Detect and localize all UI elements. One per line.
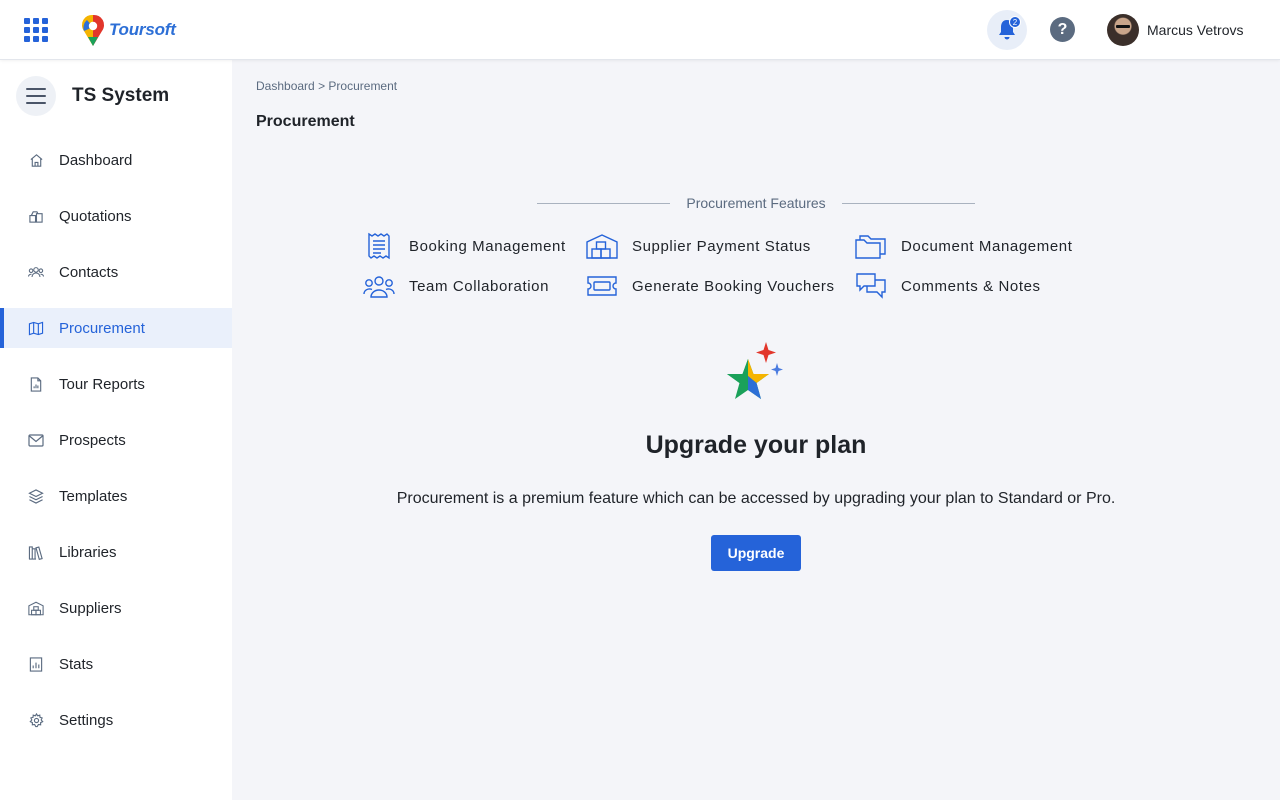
feature-generate-booking-vouchers: Generate Booking Vouchers [586, 271, 835, 301]
sidebar-item-dashboard[interactable]: Dashboard [0, 140, 232, 180]
notification-count-badge: 2 [1009, 16, 1021, 28]
sidebar-item-label: Suppliers [59, 599, 122, 617]
sidebar-item-procurement[interactable]: Procurement [0, 308, 232, 348]
sidebar-item-label: Stats [59, 655, 94, 673]
breadcrumb-separator: > [318, 79, 326, 93]
breadcrumb-dashboard-link[interactable]: Dashboard [256, 79, 315, 93]
user-menu[interactable]: Marcus Vetrovs [1107, 14, 1243, 46]
sidebar-item-settings[interactable]: Settings [0, 700, 232, 740]
sidebar-item-label: Quotations [59, 207, 132, 225]
map-icon [28, 320, 44, 336]
sidebar-item-contacts[interactable]: Contacts [0, 252, 232, 292]
logo-text: Toursoft [109, 20, 176, 39]
feature-comments-notes: Comments & Notes [855, 271, 1041, 301]
breadcrumb: Dashboard > Procurement [256, 79, 397, 93]
sidebar-item-label: Tour Reports [59, 375, 145, 393]
top-bar: Toursoft 2 ? Marcus Vetrovs [0, 0, 1280, 60]
divider [537, 202, 671, 204]
feature-supplier-payment-status: Supplier Payment Status [586, 231, 811, 261]
notifications-button[interactable]: 2 [987, 10, 1027, 50]
sidebar-item-label: Templates [59, 487, 128, 505]
sidebar-item-label: Dashboard [59, 151, 133, 169]
main-content: Dashboard > Procurement Procurement Proc… [232, 60, 1280, 800]
help-icon[interactable]: ? [1050, 17, 1075, 42]
sidebar-item-suppliers[interactable]: Suppliers [0, 588, 232, 628]
upgrade-title: Upgrade your plan [645, 431, 867, 459]
chat-icon [855, 271, 887, 301]
sidebar-item-label: Settings [59, 711, 114, 729]
layers-icon [28, 488, 44, 504]
sidebar-item-libraries[interactable]: Libraries [0, 532, 232, 572]
system-title: TS System [72, 85, 170, 106]
avatar [1107, 14, 1139, 46]
sidebar-item-prospects[interactable]: Prospects [0, 420, 232, 460]
feature-label: Booking Management [409, 237, 566, 255]
hamburger-menu-icon[interactable] [16, 76, 56, 116]
mail-icon [28, 432, 44, 448]
sidebar-item-tour-reports[interactable]: Tour Reports [0, 364, 232, 404]
sparkle-stars-icon [727, 342, 783, 399]
warehouse-icon [28, 600, 44, 616]
sidebar-item-label: Prospects [59, 431, 126, 449]
gear-icon [28, 712, 44, 728]
user-name: Marcus Vetrovs [1147, 22, 1244, 38]
contacts-icon [28, 264, 44, 280]
report-icon [28, 376, 44, 392]
feature-label: Supplier Payment Status [632, 237, 811, 255]
sidebar-item-stats[interactable]: Stats [0, 644, 232, 684]
feature-booking-management: Booking Management [363, 231, 566, 261]
features-heading-text: Procurement Features [686, 195, 826, 211]
page-title: Procurement [256, 113, 355, 130]
ticket-icon [586, 271, 618, 301]
apps-grid-icon[interactable] [24, 18, 48, 42]
feature-document-management: Document Management [855, 231, 1073, 261]
feature-label: Generate Booking Vouchers [632, 277, 835, 295]
features-heading: Procurement Features [537, 193, 976, 213]
breadcrumb-current: Procurement [328, 79, 398, 93]
upgrade-description: Procurement is a premium feature which c… [396, 490, 1116, 507]
team-icon [363, 271, 395, 301]
feature-team-collaboration: Team Collaboration [363, 271, 549, 301]
home-icon [28, 152, 44, 168]
feature-label: Team Collaboration [409, 277, 550, 295]
folders-icon [855, 231, 887, 261]
sidebar-item-label: Libraries [59, 543, 117, 561]
feature-label: Document Management [901, 237, 1073, 255]
stats-icon [28, 656, 44, 672]
divider [841, 202, 976, 204]
books-icon [28, 544, 44, 560]
logo-pin-icon [81, 14, 105, 47]
upgrade-button[interactable]: Upgrade [711, 535, 801, 571]
warehouse-icon [586, 231, 618, 261]
sidebar-nav: Dashboard Quotations Contacts Procuremen… [0, 140, 232, 756]
receipt-icon [363, 231, 395, 261]
quotations-icon [28, 208, 44, 224]
sidebar-item-label: Procurement [59, 319, 145, 337]
sidebar-item-label: Contacts [59, 263, 119, 281]
toursoft-logo[interactable]: Toursoft [80, 13, 176, 47]
sidebar-item-templates[interactable]: Templates [0, 476, 232, 516]
sidebar: TS System Dashboard Quotations Contacts … [0, 60, 232, 800]
feature-label: Comments & Notes [901, 277, 1041, 295]
sidebar-item-quotations[interactable]: Quotations [0, 196, 232, 236]
